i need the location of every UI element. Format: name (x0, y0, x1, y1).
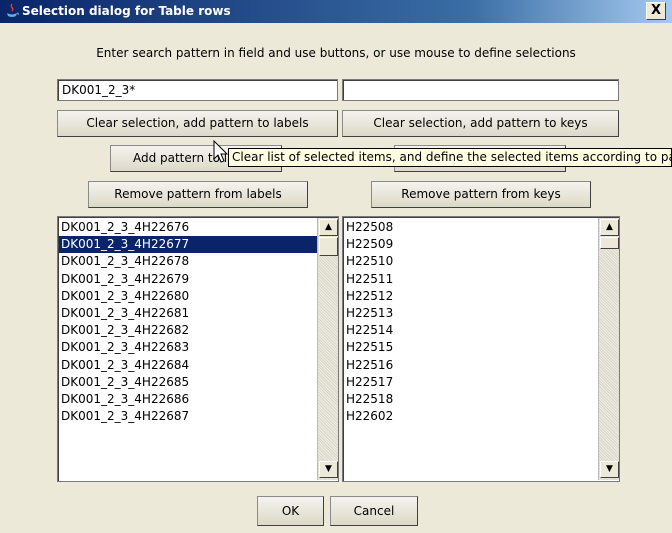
instructions-text: Enter search pattern in field and use bu… (96, 46, 576, 60)
list-item[interactable]: DK001_2_3_4H22685 (59, 374, 317, 391)
title-bar[interactable]: Selection dialog for Table rows (0, 0, 672, 23)
ok-button[interactable]: OK (257, 496, 324, 526)
scroll-up-arrow-icon[interactable]: ▲ (600, 219, 619, 236)
list-item[interactable]: DK001_2_3_4H22686 (59, 391, 317, 408)
list-item[interactable]: H22510 (344, 253, 598, 270)
keys-list[interactable]: H22508 H22509 H22510 H22511 H22512 H2251… (342, 216, 620, 482)
labels-scrollbar[interactable]: ▲ ▼ (317, 218, 338, 480)
list-item[interactable]: DK001_2_3_4H22681 (59, 305, 317, 322)
window-title: Selection dialog for Table rows (22, 4, 231, 18)
list-item[interactable]: DK001_2_3_4H22687 (59, 408, 317, 425)
list-item[interactable]: H22517 (344, 374, 598, 391)
list-item[interactable]: H22516 (344, 357, 598, 374)
java-icon (7, 3, 19, 17)
list-item[interactable]: DK001_2_3_4H22676 (59, 219, 317, 236)
scroll-down-arrow-icon[interactable]: ▼ (319, 461, 338, 478)
list-item[interactable]: H22515 (344, 339, 598, 356)
clear-add-to-keys-button[interactable]: Clear selection, add pattern to keys (342, 110, 619, 137)
list-item[interactable]: DK001_2_3_4H22679 (59, 271, 317, 288)
scroll-thumb[interactable] (319, 237, 338, 256)
list-item[interactable]: H22512 (344, 288, 598, 305)
list-item[interactable]: H22511 (344, 271, 598, 288)
close-button[interactable]: X (646, 2, 666, 20)
list-item[interactable]: DK001_2_3_4H22678 (59, 253, 317, 270)
mouse-cursor-icon (213, 140, 229, 163)
keys-pattern-input[interactable] (342, 79, 619, 101)
list-item[interactable]: DK001_2_3_4H22684 (59, 357, 317, 374)
list-item[interactable]: H22509 (344, 236, 598, 253)
scroll-thumb[interactable] (600, 237, 619, 249)
labels-pattern-input[interactable]: DK001_2_3* (57, 79, 338, 101)
list-item[interactable]: DK001_2_3_4H22683 (59, 339, 317, 356)
remove-from-keys-button[interactable]: Remove pattern from keys (371, 181, 591, 208)
scroll-up-arrow-icon[interactable]: ▲ (319, 219, 338, 236)
list-item[interactable]: H22508 (344, 219, 598, 236)
keys-scrollbar[interactable]: ▲ ▼ (598, 218, 619, 480)
clear-add-to-labels-button[interactable]: Clear selection, add pattern to labels (57, 110, 338, 137)
keys-list-rows: H22508 H22509 H22510 H22511 H22512 H2251… (344, 219, 598, 425)
list-item[interactable]: DK001_2_3_4H22682 (59, 322, 317, 339)
list-item[interactable]: H22518 (344, 391, 598, 408)
list-item-selected[interactable]: DK001_2_3_4H22677 (59, 236, 317, 254)
tooltip: Clear list of selected items, and define… (228, 148, 672, 167)
labels-list-rows: DK001_2_3_4H22676 DK001_2_3_4H22677 DK00… (59, 219, 317, 425)
list-item[interactable]: H22602 (344, 408, 598, 425)
remove-from-labels-button[interactable]: Remove pattern from labels (88, 181, 308, 208)
labels-list[interactable]: DK001_2_3_4H22676 DK001_2_3_4H22677 DK00… (57, 216, 339, 482)
cancel-button[interactable]: Cancel (330, 496, 418, 526)
list-item[interactable]: DK001_2_3_4H22680 (59, 288, 317, 305)
scroll-down-arrow-icon[interactable]: ▼ (600, 461, 619, 478)
list-item[interactable]: H22513 (344, 305, 598, 322)
list-item[interactable]: H22514 (344, 322, 598, 339)
